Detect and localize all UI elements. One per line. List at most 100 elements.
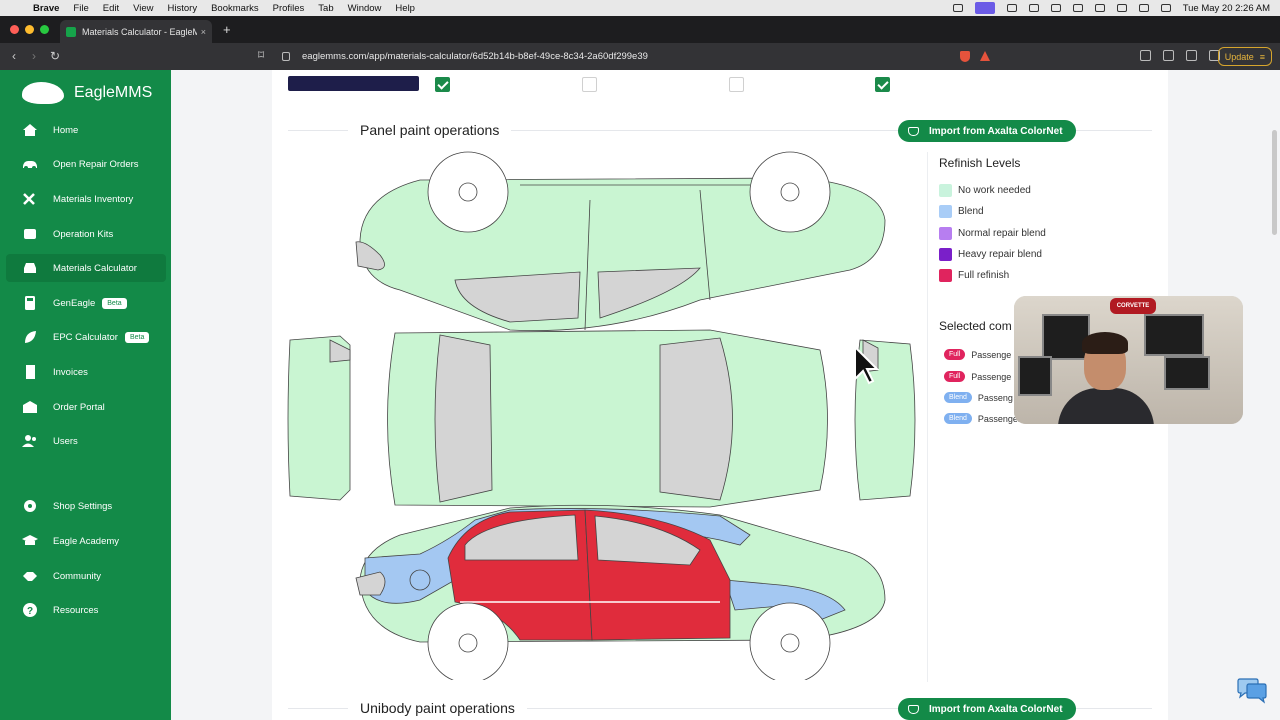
wall-frame: [1164, 356, 1210, 390]
selected-color-bar[interactable]: [288, 76, 419, 91]
menu-app[interactable]: Brave: [26, 3, 66, 14]
leo-ai-icon[interactable]: [1186, 50, 1197, 61]
update-button[interactable]: Update ≡: [1217, 47, 1272, 66]
sidebar-item-geneagle[interactable]: GenEagle Beta: [6, 289, 166, 317]
sidebar-item-label: Shop Settings: [53, 500, 113, 512]
menu-history[interactable]: History: [161, 3, 205, 14]
question-icon: ?: [22, 603, 38, 617]
sidebar-item-resources[interactable]: ? Resources: [6, 596, 166, 624]
play-icon[interactable]: [1050, 4, 1061, 12]
menu-bookmarks[interactable]: Bookmarks: [204, 3, 266, 14]
menu-window[interactable]: Window: [341, 3, 389, 14]
page-scrollbar[interactable]: [1272, 130, 1277, 235]
minimize-window-icon[interactable]: [25, 25, 34, 34]
brand[interactable]: EagleMMS: [22, 82, 152, 104]
chat-support-icon[interactable]: [1236, 678, 1268, 704]
sidebar-item-label: Eagle Academy: [53, 535, 120, 547]
tools-icon: [22, 192, 38, 206]
menu-help[interactable]: Help: [388, 3, 422, 14]
update-label: Update: [1224, 51, 1254, 62]
passenger-rear-hub: [458, 633, 478, 653]
wifi-icon[interactable]: [1072, 4, 1083, 12]
menu-tab[interactable]: Tab: [311, 3, 340, 14]
sidebar-item-community[interactable]: Community: [6, 562, 166, 590]
car-panel-diagram: [287, 151, 916, 680]
reload-icon[interactable]: ↻: [50, 49, 60, 63]
site-info-icon[interactable]: [282, 52, 290, 61]
webcam-overlay: CORVETTE: [1014, 296, 1243, 424]
tab-title: Materials Calculator - EagleMMS: [82, 26, 197, 37]
sidebar-item-label: Users: [53, 435, 78, 447]
url-text[interactable]: eaglemms.com/app/materials-calculator/6d…: [302, 51, 648, 62]
import-axalta-button-unibody[interactable]: Import from Axalta ColorNet: [898, 698, 1076, 720]
address-bar[interactable]: eaglemms.com/app/materials-calculator/6d…: [250, 46, 1000, 67]
wallet-icon[interactable]: [1163, 50, 1174, 61]
menu-file[interactable]: File: [66, 3, 95, 14]
menu-edit[interactable]: Edit: [96, 3, 126, 14]
option-checkbox-4[interactable]: [875, 77, 890, 92]
close-window-icon[interactable]: [10, 25, 19, 34]
rear-window[interactable]: [434, 334, 493, 503]
selected-component-row[interactable]: Blend Passeng: [944, 392, 1013, 403]
screen-share-icon[interactable]: [974, 2, 995, 14]
brave-shield-icon[interactable]: [960, 51, 970, 62]
selected-component-row[interactable]: Full Passenge: [944, 349, 1011, 360]
zoom-window-icon[interactable]: [40, 25, 49, 34]
keyboard-input-icon[interactable]: [1094, 4, 1105, 12]
legend-label: Normal repair blend: [958, 228, 1046, 239]
legend-swatch: [939, 269, 952, 282]
control-center-icon[interactable]: [1138, 4, 1149, 12]
sidebar-toggle-icon[interactable]: [1140, 50, 1151, 61]
menu-view[interactable]: View: [126, 3, 160, 14]
sidebar-item-label: Materials Inventory: [53, 193, 134, 205]
brave-rewards-icon[interactable]: [980, 51, 990, 61]
legend-title: Refinish Levels: [939, 156, 1021, 170]
invoice-icon: [22, 365, 38, 379]
sidebar-item-label: Materials Calculator: [53, 262, 137, 274]
sidebar-item-eagle-academy[interactable]: Eagle Academy: [6, 527, 166, 555]
car-front-icon: [22, 261, 38, 275]
sidebar-item-materials-inventory[interactable]: Materials Inventory: [6, 185, 166, 213]
sidebar-item-epc-calculator[interactable]: EPC Calculator Beta: [6, 323, 166, 351]
record-icon[interactable]: [952, 4, 963, 12]
fuel-door[interactable]: [409, 569, 431, 591]
menu-profiles[interactable]: Profiles: [266, 3, 312, 14]
window-controls: [10, 25, 49, 34]
sidebar-item-operation-kits[interactable]: Operation Kits: [6, 220, 166, 248]
spotlight-icon[interactable]: [1116, 4, 1127, 12]
front-window[interactable]: [659, 337, 733, 501]
sidebar-item-home[interactable]: Home: [6, 116, 166, 144]
sidebar-item-shop-settings[interactable]: Shop Settings: [6, 492, 166, 520]
back-icon[interactable]: ‹: [12, 49, 16, 63]
siri-icon[interactable]: [1160, 4, 1171, 12]
beta-badge: Beta: [124, 331, 150, 343]
sidebar-item-users[interactable]: Users: [6, 427, 166, 455]
refinish-badge: Blend: [944, 413, 972, 424]
sidebar-item-order-portal[interactable]: Order Portal: [6, 393, 166, 421]
forward-nav-icon[interactable]: ›: [32, 49, 36, 63]
menubar-clock[interactable]: Tue May 20 2:26 AM: [1183, 3, 1270, 14]
option-checkbox-3[interactable]: [729, 77, 744, 92]
sidebar-item-open-repair-orders[interactable]: Open Repair Orders: [6, 150, 166, 178]
wall-frame: [1144, 314, 1204, 356]
selected-component-row[interactable]: Full Passenge: [944, 371, 1011, 382]
option-checkbox-2[interactable]: [582, 77, 597, 92]
driver-rear-hub: [458, 182, 478, 202]
refinish-badge: Full: [944, 349, 966, 360]
card-icon[interactable]: [1028, 4, 1039, 12]
passenger-front-hub: [780, 633, 800, 653]
browser-tab-active[interactable]: Materials Calculator - EagleMMS ×: [60, 20, 212, 43]
legend-label: No work needed: [958, 185, 1031, 196]
import-axalta-button-panel[interactable]: Import from Axalta ColorNet: [898, 120, 1076, 142]
brand-name: EagleMMS: [74, 84, 153, 101]
refinish-badge: Full: [944, 371, 966, 382]
sidebar-item-invoices[interactable]: Invoices: [6, 358, 166, 386]
store-icon: [22, 400, 38, 414]
new-tab-icon[interactable]: +: [223, 22, 231, 37]
option-checkbox-1[interactable]: [435, 77, 450, 92]
forward-icon[interactable]: [1006, 4, 1017, 12]
beta-badge: Beta: [102, 297, 127, 309]
component-label: Passenge: [971, 349, 1012, 360]
sidebar-item-materials-calculator[interactable]: Materials Calculator: [6, 254, 166, 282]
close-tab-icon[interactable]: ×: [201, 27, 206, 37]
